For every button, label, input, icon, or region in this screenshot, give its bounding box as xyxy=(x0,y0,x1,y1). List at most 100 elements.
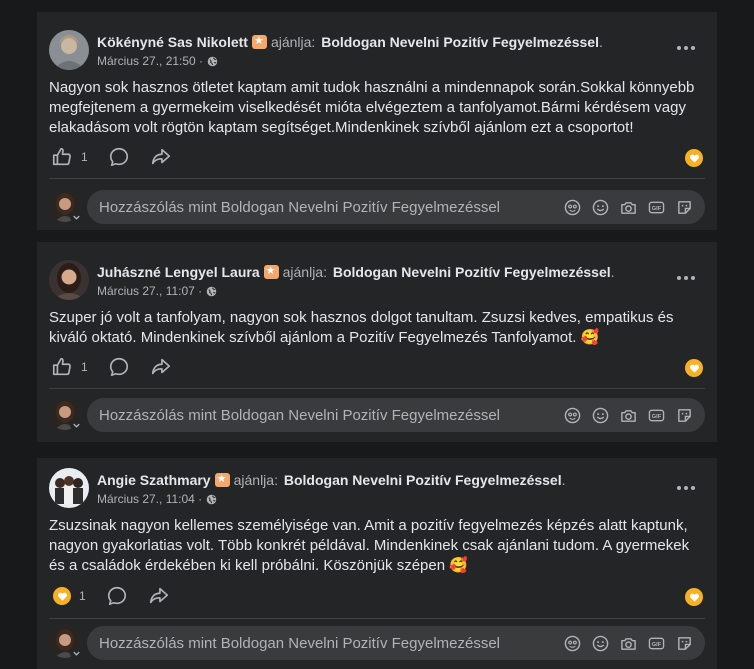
globe-icon xyxy=(207,56,218,66)
post-text: Zsuzsinak nagyon kellemes személyisége v… xyxy=(49,517,690,574)
comment-composer: Hozzászólás mint Boldogan Nevelni Pozití… xyxy=(49,190,705,226)
thumbs-up-icon xyxy=(52,147,71,166)
comment-button[interactable] xyxy=(106,585,128,607)
recommend-badge-icon xyxy=(251,33,267,50)
author-avatar[interactable] xyxy=(49,30,89,70)
author-name[interactable]: Angie Szathmary xyxy=(97,472,211,488)
share-arrow-icon xyxy=(151,358,170,375)
recommend-badge-icon xyxy=(263,263,279,280)
comment-button[interactable] xyxy=(108,356,130,378)
post-timestamp[interactable]: Március 27., 21:50 · xyxy=(97,54,203,68)
recommend-badge-icon xyxy=(214,471,230,488)
comment-composer: Hozzászólás mint Boldogan Nevelni Pozití… xyxy=(49,398,705,434)
chevron-down-icon[interactable] xyxy=(70,419,82,431)
divider xyxy=(49,178,705,179)
like-button[interactable]: 1 xyxy=(51,356,88,378)
divider xyxy=(49,388,705,389)
post-header: Kökényné Sas Nikolett ajánlja: Boldogan N… xyxy=(49,30,717,74)
avatar-sticker-icon[interactable] xyxy=(563,198,581,216)
timestamp-line: Március 27., 21:50 · xyxy=(97,54,218,68)
heart-reaction-icon[interactable] xyxy=(685,588,703,606)
page-name[interactable]: Boldogan Nevelni Pozitív Fegyelmezéssel xyxy=(333,264,611,280)
period: . xyxy=(598,34,603,50)
gif-icon[interactable]: GIF xyxy=(647,634,665,652)
comment-bubble-icon xyxy=(109,357,128,377)
camera-icon[interactable] xyxy=(619,198,637,216)
like-button[interactable]: 1 xyxy=(51,587,86,605)
camera-icon[interactable] xyxy=(619,634,637,652)
author-line: Juhászné Lengyel Laura ajánlja: Boldogan … xyxy=(97,263,615,281)
comment-input[interactable]: Hozzászólás mint Boldogan Nevelni Pozití… xyxy=(87,190,705,224)
page-name[interactable]: Boldogan Nevelni Pozitív Fegyelmezéssel xyxy=(284,472,562,488)
post-actions: 1 xyxy=(51,146,192,168)
like-button[interactable]: 1 xyxy=(51,146,88,168)
gif-icon[interactable]: GIF xyxy=(647,406,665,424)
recommends-label: ajánlja: xyxy=(282,264,327,280)
divider xyxy=(49,618,705,619)
share-button[interactable] xyxy=(150,146,172,168)
post-timestamp[interactable]: Március 27., 11:07 · xyxy=(97,284,202,298)
period: . xyxy=(561,472,566,488)
author-line: Angie Szathmary ajánlja: Boldogan Nevelni… xyxy=(97,471,566,489)
gif-icon[interactable]: GIF xyxy=(647,198,665,216)
comment-placeholder: Hozzászólás mint Boldogan Nevelni Pozití… xyxy=(99,198,501,216)
comment-placeholder: Hozzászólás mint Boldogan Nevelni Pozití… xyxy=(99,406,501,424)
period: . xyxy=(610,264,615,280)
comment-button[interactable] xyxy=(108,146,130,168)
heart-reaction-icon xyxy=(53,587,71,605)
share-arrow-icon xyxy=(149,587,168,604)
author-avatar[interactable] xyxy=(49,260,89,300)
heart-reaction-icon[interactable] xyxy=(685,359,703,377)
post-header: Angie Szathmary ajánlja: Boldogan Nevelni… xyxy=(49,468,717,512)
recommendation-post: Kökényné Sas Nikolett ajánlja: Boldogan N… xyxy=(37,12,717,230)
comment-input[interactable]: Hozzászólás mint Boldogan Nevelni Pozití… xyxy=(87,626,705,660)
chevron-down-icon[interactable] xyxy=(70,647,82,659)
sticker-icon[interactable] xyxy=(675,634,693,652)
comment-composer: Hozzászólás mint Boldogan Nevelni Pozití… xyxy=(49,626,705,662)
comment-tools: GIF xyxy=(563,406,705,424)
recommends-label: ajánlja: xyxy=(233,472,278,488)
page-name[interactable]: Boldogan Nevelni Pozitív Fegyelmezéssel xyxy=(321,34,599,50)
globe-icon xyxy=(206,286,217,296)
chevron-down-icon[interactable] xyxy=(70,211,82,223)
like-count: 1 xyxy=(81,150,88,164)
like-count: 1 xyxy=(79,589,86,603)
emoji-icon[interactable] xyxy=(591,198,609,216)
share-button[interactable] xyxy=(148,585,170,607)
svg-text:GIF: GIF xyxy=(651,205,661,211)
camera-icon[interactable] xyxy=(619,406,637,424)
author-avatar[interactable] xyxy=(49,468,89,508)
timestamp-line: Március 27., 11:07 · xyxy=(97,284,217,298)
sticker-icon[interactable] xyxy=(675,406,693,424)
emoji-icon[interactable] xyxy=(591,406,609,424)
recommendation-post: Angie Szathmary ajánlja: Boldogan Nevelni… xyxy=(37,458,717,669)
author-line: Kökényné Sas Nikolett ajánlja: Boldogan N… xyxy=(97,33,603,51)
heart-reaction-icon[interactable] xyxy=(685,149,703,167)
recommendation-post: Juhászné Lengyel Laura ajánlja: Boldogan … xyxy=(37,242,717,442)
avatar-sticker-icon[interactable] xyxy=(563,634,581,652)
post-actions: 1 xyxy=(51,585,190,607)
more-options-icon[interactable] xyxy=(677,274,697,282)
avatar-sticker-icon[interactable] xyxy=(563,406,581,424)
globe-icon xyxy=(206,494,217,504)
post-text: Szuper jó volt a tanfolyam, nagyon sok h… xyxy=(49,309,674,346)
author-name[interactable]: Kökényné Sas Nikolett xyxy=(97,34,248,50)
comment-tools: GIF xyxy=(563,634,705,652)
author-name[interactable]: Juhászné Lengyel Laura xyxy=(97,264,260,280)
comment-bubble-icon xyxy=(107,586,126,606)
more-options-icon[interactable] xyxy=(677,44,697,52)
thumbs-up-icon xyxy=(52,357,71,376)
recommends-label: ajánlja: xyxy=(270,34,316,50)
sticker-icon[interactable] xyxy=(675,198,693,216)
share-arrow-icon xyxy=(151,148,170,165)
post-actions: 1 xyxy=(51,356,192,378)
svg-text:GIF: GIF xyxy=(651,413,661,419)
post-header: Juhászné Lengyel Laura ajánlja: Boldogan … xyxy=(49,260,717,304)
more-options-icon[interactable] xyxy=(677,484,697,492)
comment-bubble-icon xyxy=(109,147,128,167)
share-button[interactable] xyxy=(150,356,172,378)
svg-text:GIF: GIF xyxy=(651,641,661,647)
comment-input[interactable]: Hozzászólás mint Boldogan Nevelni Pozití… xyxy=(87,398,705,432)
post-timestamp[interactable]: Március 27., 11:04 · xyxy=(97,492,202,506)
emoji-icon[interactable] xyxy=(591,634,609,652)
